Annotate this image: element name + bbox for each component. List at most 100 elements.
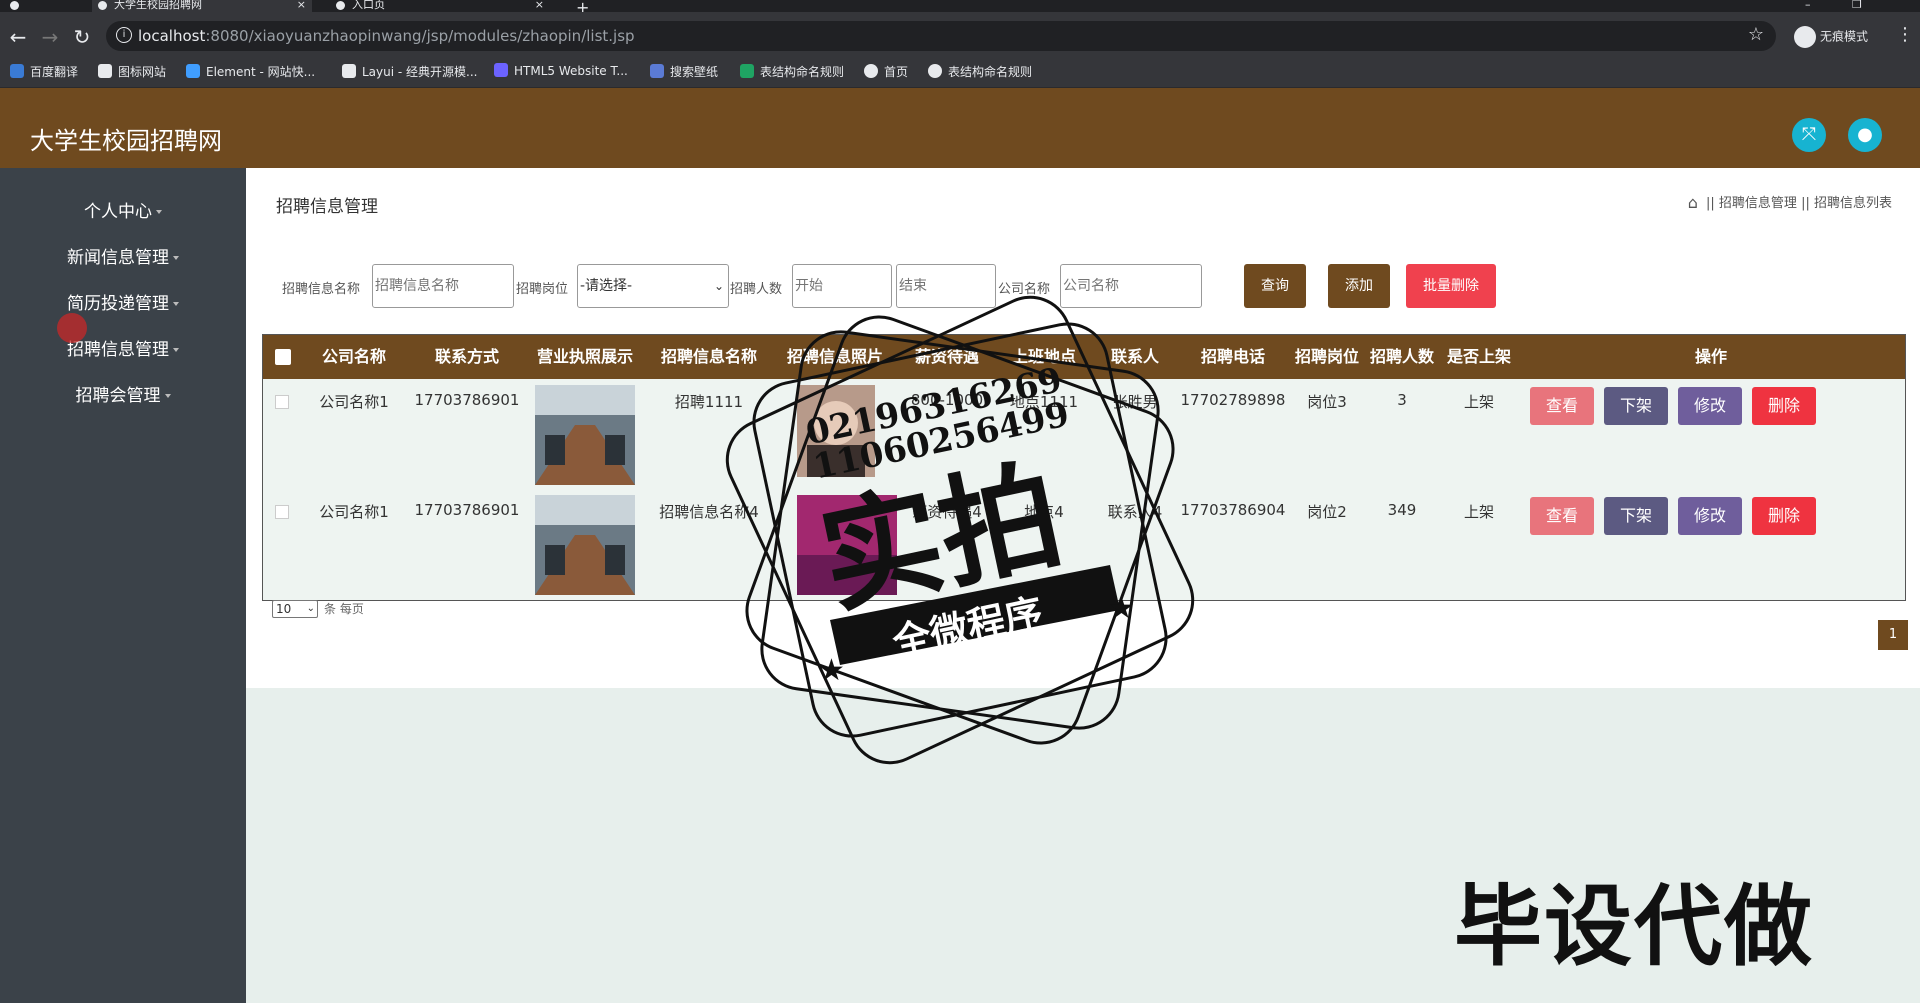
- sidebar-item-personal-center[interactable]: 个人中心: [0, 192, 246, 232]
- column-header: 联系方式: [434, 347, 499, 366]
- row-checkbox[interactable]: [275, 395, 289, 409]
- bookmark-item[interactable]: HTML5 Website T...: [494, 63, 628, 78]
- breadcrumb-item: 招聘信息列表: [1813, 196, 1892, 211]
- query-button[interactable]: 查询: [1244, 264, 1306, 308]
- forward-icon[interactable]: →: [38, 25, 62, 49]
- browser-tab[interactable]: 入口页 ×: [330, 0, 550, 12]
- post-cell: 岗位2: [1307, 503, 1347, 521]
- delete-button[interactable]: 删除: [1752, 497, 1816, 535]
- home-icon[interactable]: ⌂: [1688, 193, 1698, 212]
- close-tab-icon[interactable]: ×: [535, 0, 544, 10]
- page-size-select[interactable]: 10 ⌄: [272, 600, 318, 618]
- bookmark-item[interactable]: 搜索壁纸: [650, 63, 718, 80]
- column-header: 操作: [1694, 347, 1727, 366]
- address-bar[interactable]: i localhost:8080/xiaoyuanzhaopinwang/jsp…: [106, 21, 1776, 51]
- wallpaper-icon: [650, 64, 664, 78]
- post-label: 招聘岗位: [516, 282, 569, 297]
- page-title: 招聘信息管理: [276, 197, 378, 217]
- app-title: 大学生校园招聘网: [30, 127, 222, 155]
- restore-icon[interactable]: ❐: [1852, 0, 1862, 11]
- sidebar-item-job-fair[interactable]: 招聘会管理: [0, 376, 246, 416]
- contact-cell: 17703786901: [414, 391, 520, 409]
- stamp-watermark: 02196316269 11060256499 实拍 全微程序 ★ ★: [725, 295, 1195, 765]
- sheet-icon: [740, 64, 754, 78]
- bookmark-item[interactable]: 图标网站: [98, 63, 166, 80]
- browser-tab-active[interactable]: 大学生校园招聘网 ×: [92, 0, 312, 12]
- breadcrumb-item[interactable]: 招聘信息管理: [1719, 196, 1797, 211]
- html5-icon: [494, 63, 508, 77]
- bookmark-item[interactable]: 百度翻译: [10, 63, 78, 80]
- view-button[interactable]: 查看: [1530, 497, 1594, 535]
- edit-button[interactable]: 修改: [1678, 387, 1742, 425]
- bookmarks-bar: 百度翻译 图标网站 Element - 网站快... Layui - 经典开源模…: [0, 54, 1920, 88]
- add-button[interactable]: 添加: [1328, 264, 1390, 308]
- column-header: 营业执照展示: [536, 347, 633, 366]
- name-input[interactable]: [372, 264, 514, 308]
- contact-cell: 17703786901: [414, 501, 520, 519]
- bookmark-item[interactable]: 表结构命名规则: [928, 63, 1032, 80]
- incognito-icon: [1794, 26, 1816, 48]
- page-number-button[interactable]: 1: [1878, 620, 1908, 650]
- listed-cell: 上架: [1463, 503, 1494, 521]
- post-select[interactable]: -请选择- ⌄: [577, 264, 729, 308]
- browser-tab-bar: 大学生校园招聘网 × 入口页 × + – ❐: [0, 0, 1920, 17]
- column-header: 公司名称: [321, 347, 386, 366]
- count-cell: 3: [1397, 391, 1407, 409]
- flag-icon: [98, 64, 112, 78]
- count-cell: 349: [1387, 501, 1417, 519]
- sidebar-item-recruitment[interactable]: 招聘信息管理: [0, 330, 246, 370]
- reload-icon[interactable]: ↻: [70, 25, 94, 49]
- off-shelf-button[interactable]: 下架: [1604, 497, 1668, 535]
- view-button[interactable]: 查看: [1530, 387, 1594, 425]
- tab-title: 大学生校园招聘网: [114, 0, 202, 11]
- column-header: 是否上架: [1446, 347, 1511, 366]
- post-cell: 岗位3: [1307, 393, 1347, 411]
- company-cell: 公司名称1: [319, 393, 389, 411]
- translate-icon: [10, 64, 24, 78]
- off-shelf-button[interactable]: 下架: [1604, 387, 1668, 425]
- license-image: [535, 495, 635, 595]
- corner-watermark: 毕设代做: [1454, 875, 1815, 978]
- user-icon[interactable]: ●: [1848, 118, 1882, 152]
- chevron-down-icon: [164, 394, 171, 398]
- profile-button[interactable]: 无痕模式: [1794, 26, 1868, 48]
- breadcrumb: ⌂ || 招聘信息管理 || 招聘信息列表: [1687, 193, 1892, 212]
- cursor-highlight: [57, 313, 87, 343]
- globe-icon: [336, 1, 345, 10]
- bookmark-item[interactable]: Element - 网站快...: [186, 63, 315, 80]
- minimize-icon[interactable]: –: [1805, 0, 1811, 11]
- chevron-down-icon: [173, 302, 179, 306]
- name-label: 招聘信息名称: [282, 282, 361, 297]
- star-icon: ★: [818, 653, 845, 688]
- browser-icon: [10, 1, 19, 10]
- back-icon[interactable]: ←: [6, 25, 30, 49]
- bookmark-item[interactable]: 表结构命名规则: [740, 63, 844, 80]
- row-checkbox[interactable]: [275, 505, 289, 519]
- company-cell: 公司名称1: [319, 503, 389, 521]
- url-text[interactable]: localhost:8080/xiaoyuanzhaopinwang/jsp/m…: [138, 27, 635, 45]
- globe-icon: [928, 64, 942, 78]
- listed-cell: 上架: [1463, 393, 1494, 411]
- chevron-down-icon: [173, 348, 179, 352]
- sidebar-item-news[interactable]: 新闻信息管理: [0, 238, 246, 278]
- column-header: 招聘岗位: [1294, 347, 1359, 366]
- bookmark-star-icon[interactable]: ☆: [1748, 24, 1764, 45]
- browser-menu-icon[interactable]: ⋮: [1896, 24, 1914, 45]
- sidebar: 个人中心 新闻信息管理 简历投递管理 招聘信息管理 招聘会管理: [0, 168, 246, 1003]
- globe-icon: [864, 64, 878, 78]
- fullscreen-icon[interactable]: ⤧: [1792, 118, 1826, 152]
- batch-delete-button[interactable]: 批量删除: [1406, 264, 1496, 308]
- star-icon: ★: [1108, 591, 1135, 626]
- element-icon: [186, 64, 200, 78]
- close-tab-icon[interactable]: ×: [297, 0, 306, 10]
- delete-button[interactable]: 删除: [1752, 387, 1816, 425]
- edit-button[interactable]: 修改: [1678, 497, 1742, 535]
- app-header: 大学生校园招聘网 ⤧ ●: [0, 88, 1920, 168]
- column-header: 招聘人数: [1369, 347, 1434, 366]
- sidebar-item-resume[interactable]: 简历投递管理: [0, 284, 246, 324]
- site-info-icon[interactable]: i: [116, 27, 132, 43]
- bookmark-item[interactable]: Layui - 经典开源模...: [342, 63, 477, 80]
- bookmark-item[interactable]: 首页: [864, 63, 908, 80]
- select-all-checkbox[interactable]: [275, 349, 291, 365]
- favicon-icon: [98, 1, 107, 10]
